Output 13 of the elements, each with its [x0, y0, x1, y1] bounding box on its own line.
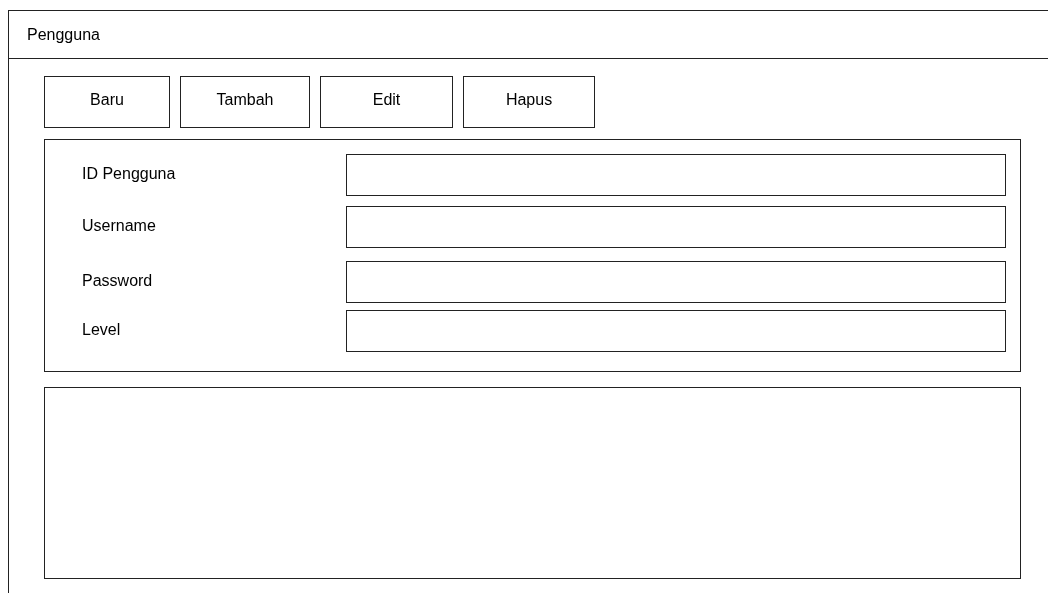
field-label: Password — [82, 271, 154, 291]
text-field[interactable] — [346, 206, 1006, 248]
text-field[interactable] — [346, 310, 1006, 352]
toolbar-button[interactable]: Edit — [320, 76, 453, 128]
field-label: Level — [82, 320, 122, 340]
field-label: Username — [82, 216, 157, 236]
window-title: Pengguna — [27, 24, 100, 45]
toolbar-button[interactable]: Hapus — [463, 76, 595, 128]
toolbar-button[interactable]: Baru — [44, 76, 170, 128]
field-label: ID Pengguna — [82, 164, 177, 184]
text-field[interactable] — [346, 154, 1006, 196]
text-field[interactable] — [346, 261, 1006, 303]
toolbar-button[interactable]: Tambah — [180, 76, 310, 128]
